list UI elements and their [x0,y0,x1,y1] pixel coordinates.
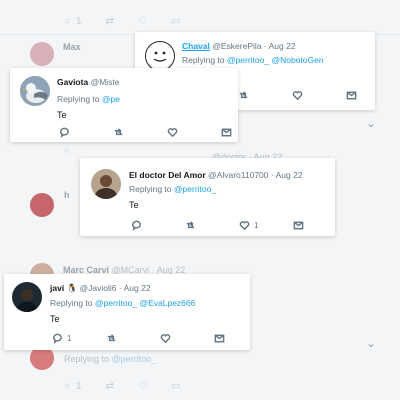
reply-button[interactable] [131,220,185,231]
replying-to: Replying to @perritoo_ [129,184,217,194]
smiley-face-icon [153,51,167,62]
person-photo-dark-icon [12,282,42,312]
like-icon: ♡ [138,16,147,27]
smiley-avatar [145,41,175,71]
retweet-icon [186,221,195,229]
person-avatar [91,169,121,199]
reply-icon [132,220,141,231]
like-button[interactable] [160,333,214,344]
tweet-card[interactable]: Gaviota @Miste Replying to @pe Te [10,68,238,142]
avatar [30,193,54,217]
message-button[interactable] [346,90,400,101]
message-button[interactable] [214,333,268,344]
person-photo-icon [91,169,121,199]
author-name[interactable]: Chaval [182,41,210,51]
retweet-button[interactable] [113,127,167,138]
seagull-avatar [20,76,50,106]
like-icon: ♡ [138,381,147,392]
bg-action-row: ○ 1 ⇄ ♡ ▭ [64,381,181,392]
chevron-down-icon[interactable]: ⌄ [366,336,376,350]
reply-button[interactable] [59,127,113,138]
avatar [30,42,54,66]
like-button[interactable]: 1 [239,220,293,231]
retweet-icon: ⇄ [105,381,114,392]
timestamp[interactable]: · Aug 22 [119,283,151,293]
tweet-text: Te [50,314,60,324]
replying-to: Replying to @pe [57,94,120,104]
retweet-icon [239,91,248,99]
author-handle[interactable]: @Javioli6 [80,283,117,293]
like-button[interactable] [167,127,221,138]
retweet-button[interactable] [106,333,160,344]
reply-icon: ○ [64,16,71,27]
seagull-icon [20,76,50,106]
penguin-emoji: 🐧 [66,283,78,293]
retweet-button[interactable] [238,90,292,101]
timestamp[interactable]: · Aug 22 [271,170,303,180]
message-button[interactable] [221,127,275,138]
message-icon [346,91,357,100]
tweet-text: Te [129,200,139,210]
message-icon [214,334,225,343]
like-icon [167,128,178,138]
replying-to: Replying to @perritoo_ @NobotoGen [182,55,324,65]
replying-to: Replying to @perritoo_ @EvaLpez666 [50,298,196,308]
message-button[interactable] [293,220,347,231]
person-avatar [12,282,42,312]
reply-icon [60,127,69,138]
retweet-button[interactable] [185,220,239,231]
message-icon: ▭ [170,16,181,27]
author-handle[interactable]: @Miste [91,77,120,87]
like-icon [292,91,303,101]
like-button[interactable] [292,90,346,101]
message-icon [293,221,304,230]
author-name[interactable]: El doctor Del Amor [129,170,206,180]
tweet-actions: 1 [131,220,347,231]
timestamp[interactable]: · Aug 22 [264,41,296,51]
tweet-card[interactable]: El doctor Del Amor @Alvaro110700 · Aug 2… [80,158,335,236]
like-icon [160,334,171,344]
retweet-icon: ⇄ [105,16,114,27]
tweet-actions [59,127,275,138]
author-name[interactable]: Gaviota [57,77,88,87]
tweet-text: Te [57,110,67,120]
bg-action-row: ○ 1 ⇄ ♡ ▭ [64,16,181,27]
retweet-icon [114,128,123,136]
reply-icon: ○ [64,381,71,392]
tweet-actions: 1 [52,333,268,344]
retweet-icon [107,334,116,342]
author-handle[interactable]: @Alvaro110700 [208,170,268,180]
author-name[interactable]: javi [50,283,64,293]
reply-icon [53,333,62,344]
tweet-card[interactable]: javi 🐧 @Javioli6 · Aug 22 Replying to @p… [4,274,250,350]
message-icon [221,128,232,137]
message-icon: ▭ [170,381,181,392]
reply-button[interactable]: 1 [52,333,106,344]
chevron-down-icon[interactable]: ⌄ [366,116,376,130]
author-handle[interactable]: @EskerePila [212,41,261,51]
like-icon [239,221,250,231]
